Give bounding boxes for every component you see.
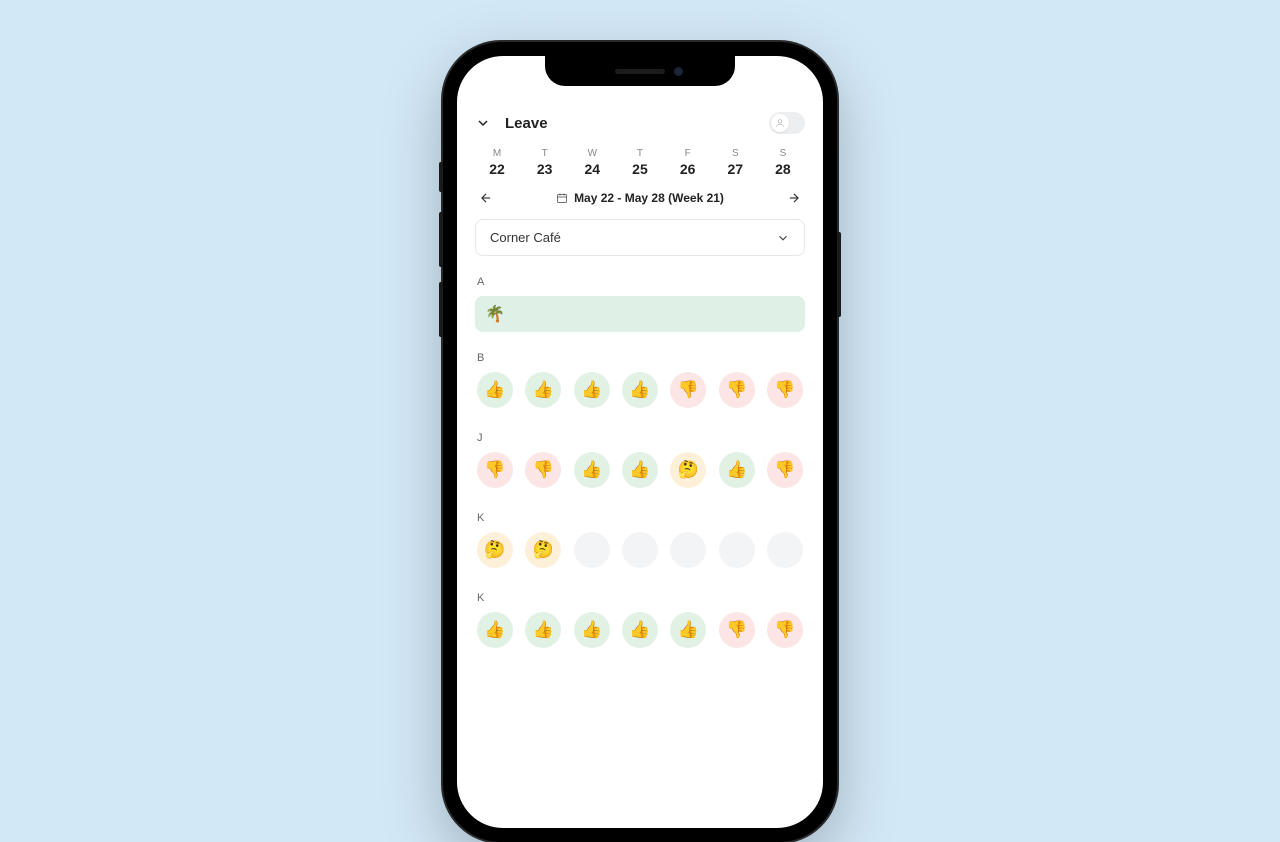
location-select-value: Corner Café	[490, 230, 561, 245]
availability-cell[interactable]	[622, 532, 658, 568]
speaker	[615, 69, 665, 74]
availability-cell[interactable]: 👍	[525, 372, 561, 408]
availability-cell[interactable]	[719, 532, 755, 568]
phone-frame: Leave M 22 T 23 W 24 T 25 F 26 S 27 S 28	[443, 42, 837, 842]
screen: Leave M 22 T 23 W 24 T 25 F 26 S 27 S 28	[457, 56, 823, 828]
chevron-down-icon[interactable]	[475, 115, 491, 131]
day-letter: M	[479, 148, 515, 159]
availability-cell[interactable]: 👎	[525, 452, 561, 488]
availability-cell[interactable]: 🤔	[525, 532, 561, 568]
calendar-icon	[556, 192, 568, 204]
week-days-row: M 22 T 23 W 24 T 25 F 26 S 27 S 28	[475, 148, 805, 189]
day-letter: S	[765, 148, 801, 159]
silence-switch	[439, 162, 443, 192]
day-col[interactable]: S 28	[765, 148, 801, 177]
leave-bar[interactable]: 🌴	[475, 296, 805, 332]
availability-cell[interactable]: 👎	[670, 372, 706, 408]
day-number: 27	[717, 161, 753, 177]
day-number: 25	[622, 161, 658, 177]
availability-cell[interactable]: 👍	[477, 372, 513, 408]
availability-cell[interactable]: 👍	[574, 612, 610, 648]
day-letter: F	[670, 148, 706, 159]
week-nav-row: May 22 - May 28 (Week 21)	[475, 189, 805, 219]
day-col[interactable]: S 27	[717, 148, 753, 177]
week-range-label[interactable]: May 22 - May 28 (Week 21)	[556, 191, 724, 205]
availability-cell[interactable]: 👍	[574, 372, 610, 408]
availability-cell[interactable]	[767, 532, 803, 568]
day-letter: W	[574, 148, 610, 159]
availability-cell[interactable]: 👍	[574, 452, 610, 488]
day-letter: T	[527, 148, 563, 159]
power-button	[837, 232, 841, 317]
availability-row: 👍 👍 👍 👍 👍 👎 👎	[475, 612, 805, 668]
availability-row: 👎 👎 👍 👍 🤔 👍 👎	[475, 452, 805, 508]
chevron-down-icon	[776, 231, 790, 245]
person-icon	[775, 118, 785, 128]
availability-cell[interactable]: 👎	[719, 372, 755, 408]
availability-cell[interactable]: 👍	[525, 612, 561, 648]
header-left: Leave	[475, 115, 548, 132]
availability-cell[interactable]: 🤔	[477, 532, 513, 568]
availability-cell[interactable]: 👍	[622, 452, 658, 488]
prev-week-button[interactable]	[479, 191, 493, 205]
day-number: 26	[670, 161, 706, 177]
groups-container: A🌴B👍👍👍👍👎👎👎J👎👎👍👍🤔👍👎K🤔🤔K👍👍👍👍👍👎👎	[475, 272, 805, 668]
availability-cell[interactable]: 👎	[767, 372, 803, 408]
group-label: A	[475, 272, 805, 296]
availability-cell[interactable]: 👎	[767, 612, 803, 648]
app-content: Leave M 22 T 23 W 24 T 25 F 26 S 27 S 28	[457, 56, 823, 828]
header: Leave	[475, 108, 805, 148]
day-number: 22	[479, 161, 515, 177]
day-number: 24	[574, 161, 610, 177]
availability-cell[interactable]: 👎	[719, 612, 755, 648]
front-camera	[674, 67, 683, 76]
day-letter: S	[717, 148, 753, 159]
day-col[interactable]: W 24	[574, 148, 610, 177]
notch	[545, 56, 735, 86]
availability-cell[interactable]: 👎	[767, 452, 803, 488]
availability-cell[interactable]	[574, 532, 610, 568]
day-col[interactable]: T 25	[622, 148, 658, 177]
volume-up-button	[439, 212, 443, 267]
next-week-button[interactable]	[787, 191, 801, 205]
group-label: K	[475, 508, 805, 532]
profile-toggle[interactable]	[769, 112, 805, 134]
day-number: 23	[527, 161, 563, 177]
palm-tree-icon: 🌴	[485, 306, 505, 323]
day-col[interactable]: T 23	[527, 148, 563, 177]
availability-cell[interactable]: 👍	[670, 612, 706, 648]
availability-cell[interactable]: 👍	[622, 612, 658, 648]
availability-cell[interactable]: 👍	[622, 372, 658, 408]
group-label: B	[475, 348, 805, 372]
availability-cell[interactable]: 👍	[719, 452, 755, 488]
day-letter: T	[622, 148, 658, 159]
availability-cell[interactable]	[670, 532, 706, 568]
day-number: 28	[765, 161, 801, 177]
availability-cell[interactable]: 🤔	[670, 452, 706, 488]
group-label: K	[475, 588, 805, 612]
volume-down-button	[439, 282, 443, 337]
availability-cell[interactable]: 👍	[477, 612, 513, 648]
profile-toggle-knob	[771, 114, 789, 132]
group-label: J	[475, 428, 805, 452]
availability-cell[interactable]: 👎	[477, 452, 513, 488]
page-title: Leave	[505, 115, 548, 132]
day-col[interactable]: M 22	[479, 148, 515, 177]
day-col[interactable]: F 26	[670, 148, 706, 177]
availability-row: 👍 👍 👍 👍 👎 👎 👎	[475, 372, 805, 428]
week-range-text: May 22 - May 28 (Week 21)	[574, 191, 724, 205]
location-select[interactable]: Corner Café	[475, 219, 805, 256]
availability-row: 🤔🤔	[475, 532, 805, 588]
